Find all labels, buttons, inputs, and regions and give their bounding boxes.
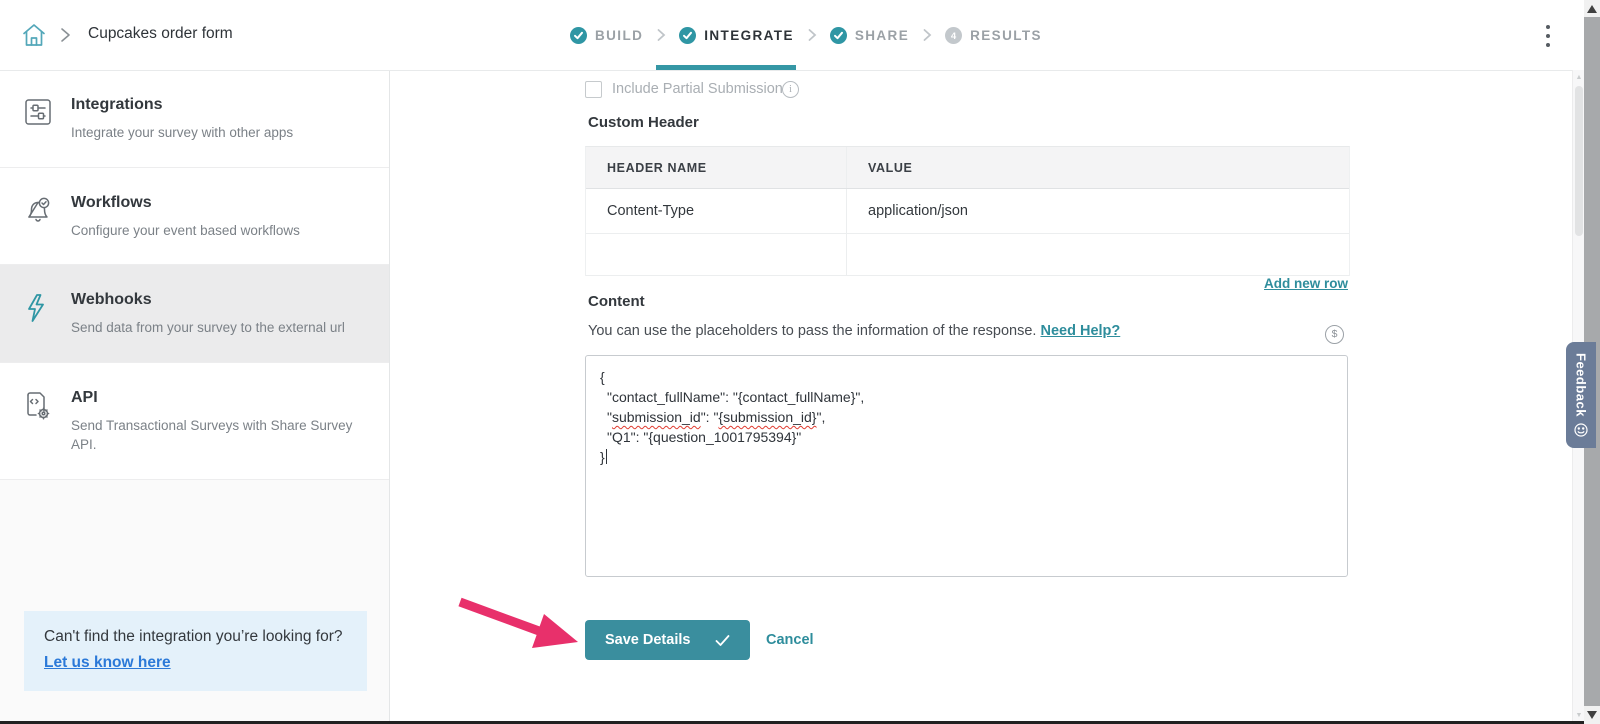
tab-build[interactable]: BUILD (570, 27, 643, 44)
breadcrumb-survey-title: Cupcakes order form (88, 25, 233, 43)
header-value-cell[interactable] (846, 234, 1349, 275)
code-line: { (600, 367, 1333, 387)
placeholder-variables-icon[interactable]: $ (1325, 325, 1344, 344)
more-options-kebab-icon[interactable] (1541, 25, 1555, 47)
bell-check-icon (24, 194, 52, 241)
table-row: Content-Type application/json (586, 189, 1349, 234)
table-row (586, 234, 1349, 276)
spellcheck-underlined-text: {submission_id} (718, 409, 816, 425)
scroll-down-icon[interactable]: ▼ (1575, 713, 1583, 719)
chevron-right-icon (656, 28, 666, 42)
code-line: "submission_id": "{submission_id}", (600, 407, 1333, 427)
sidebar-item-title: Workflows (71, 194, 300, 212)
content-title: Content (588, 293, 645, 310)
include-partial-submission-label: Include Partial Submission (612, 81, 783, 97)
sidebar-item-title: Integrations (71, 96, 293, 114)
include-partial-submission-checkbox[interactable] (585, 81, 602, 98)
step-label: RESULTS (970, 28, 1042, 43)
description-text: You can use the placeholders to pass the… (588, 323, 1040, 339)
sidebar-item-webhooks[interactable]: Webhooks Send data from your survey to t… (0, 265, 389, 363)
sidebar-item-integrations[interactable]: Integrations Integrate your survey with … (0, 70, 389, 168)
save-details-label: Save Details (605, 632, 690, 648)
feedback-tab-label: Feedback (1574, 353, 1589, 417)
custom-header-title: Custom Header (588, 114, 699, 131)
table-header-row: HEADER NAME VALUE (586, 147, 1349, 189)
tab-share[interactable]: SHARE (830, 27, 909, 44)
check-circle-icon (570, 27, 587, 44)
text-cursor (606, 449, 608, 464)
add-new-row-link[interactable]: Add new row (948, 276, 1348, 291)
sidebar-item-text: Webhooks Send data from your survey to t… (71, 291, 345, 338)
check-icon (715, 634, 730, 647)
sidebar-item-subtitle: Integrate your survey with other apps (71, 123, 293, 143)
tab-integrate[interactable]: INTEGRATE (679, 27, 794, 44)
home-icon[interactable] (20, 21, 48, 49)
step-label: SHARE (855, 28, 909, 43)
chevron-right-icon (922, 28, 932, 42)
check-circle-icon (830, 27, 847, 44)
code-line: } (600, 447, 1333, 467)
smiley-icon (1574, 423, 1588, 437)
sidebar-item-text: Workflows Configure your event based wor… (71, 194, 300, 241)
sidebar-item-subtitle: Configure your event based workflows (71, 221, 300, 241)
chevron-right-icon (807, 28, 817, 42)
feedback-tab[interactable]: Feedback (1566, 342, 1596, 448)
sidebar-item-api[interactable]: API Send Transactional Surveys with Shar… (0, 363, 389, 480)
content-description: You can use the placeholders to pass the… (588, 323, 1120, 339)
help-question: Can't find the integration you’re lookin… (44, 625, 347, 649)
scroll-up-icon[interactable]: ▲ (1575, 75, 1583, 81)
webhook-content-textarea[interactable]: { "contact_fullName": "{contact_fullName… (585, 355, 1348, 577)
annotation-arrow (450, 592, 590, 664)
step-number-circle-icon: 4 (945, 27, 962, 44)
need-help-link[interactable]: Need Help? (1040, 323, 1120, 339)
sidebar-item-text: API Send Transactional Surveys with Shar… (71, 389, 361, 455)
integrations-sidebar: Integrations Integrate your survey with … (0, 70, 390, 724)
wizard-steps: BUILD INTEGRATE SHARE (570, 0, 1042, 70)
app-window: Cupcakes order form BUILD INTEGRATE (0, 0, 1600, 724)
sidebar-item-title: API (71, 389, 361, 407)
code-line: "contact_fullName": "{contact_fullName}"… (600, 387, 1333, 407)
sidebar-item-text: Integrations Integrate your survey with … (71, 96, 293, 143)
header-name-cell[interactable] (586, 234, 846, 275)
info-icon[interactable]: i (782, 81, 799, 98)
header-value-cell[interactable]: application/json (846, 189, 1349, 233)
breadcrumb-chevron-icon (58, 27, 72, 43)
column-header-value: VALUE (846, 147, 1349, 188)
code-line: "Q1": "{question_1001795394}" (600, 427, 1333, 447)
sidebar-item-subtitle: Send Transactional Surveys with Share Su… (71, 416, 361, 455)
column-header-name: HEADER NAME (586, 147, 846, 188)
active-step-underline (656, 65, 796, 70)
spellcheck-underlined-text: submission_id (612, 409, 701, 425)
custom-header-table: HEADER NAME VALUE Content-Type applicati… (585, 146, 1350, 276)
save-details-button[interactable]: Save Details (585, 620, 750, 660)
sidebar-item-subtitle: Send data from your survey to the extern… (71, 318, 345, 338)
let-us-know-link[interactable]: Let us know here (44, 651, 171, 675)
sidebar-item-workflows[interactable]: Workflows Configure your event based wor… (0, 168, 389, 266)
scroll-up-icon[interactable] (1587, 5, 1597, 13)
cancel-button[interactable]: Cancel (766, 632, 814, 648)
check-circle-icon (679, 27, 696, 44)
svg-text:4: 4 (951, 31, 957, 42)
document-code-gear-icon (24, 389, 52, 455)
sidebar-item-title: Webhooks (71, 291, 345, 309)
lightning-bolt-icon (24, 291, 52, 338)
top-bar: Cupcakes order form BUILD INTEGRATE (0, 0, 1584, 71)
step-label: BUILD (595, 28, 643, 43)
sliders-icon (24, 96, 52, 143)
scroll-down-icon[interactable] (1587, 711, 1597, 719)
step-label: INTEGRATE (704, 28, 794, 43)
content-scrollbar-thumb[interactable] (1575, 86, 1583, 236)
integration-help-box: Can't find the integration you’re lookin… (24, 611, 367, 691)
header-name-cell[interactable]: Content-Type (586, 189, 846, 233)
tab-results[interactable]: 4 RESULTS (945, 27, 1042, 44)
